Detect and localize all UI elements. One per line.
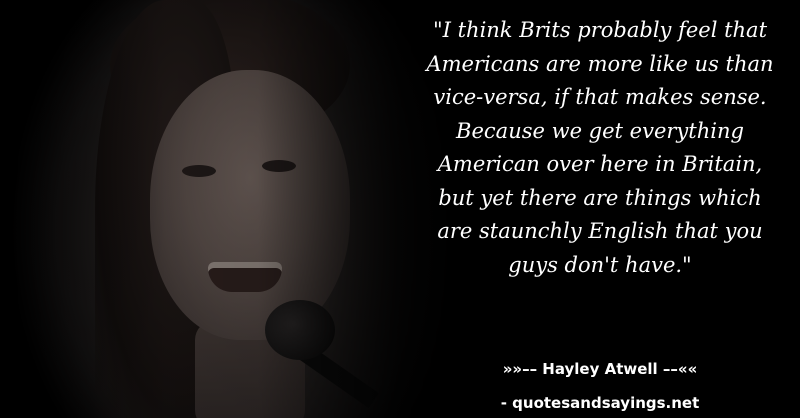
quote-line: Americans are more like us than: [426, 51, 774, 76]
quote-block: "I think Brits probably feel that Americ…: [400, 14, 800, 282]
quote-line: American over here in Britain,: [437, 152, 763, 176]
source-credit: - quotesandsayings.net: [500, 394, 700, 412]
quote-line: vice-versa, if that makes sense.: [433, 85, 767, 109]
quote-line: guys don't have.": [508, 252, 692, 277]
quote-card: "I think Brits probably feel that Americ…: [0, 0, 800, 418]
quote-line: "I think Brits probably feel that: [432, 18, 768, 42]
quote-author: »»–– Hayley Atwell ––««: [502, 360, 698, 378]
quote-line: Because we get everything: [456, 118, 744, 143]
quote-line: but yet there are things which: [438, 185, 762, 210]
quote-text: "I think Brits probably feel that Americ…: [400, 14, 800, 282]
quote-line: are staunchly English that you: [437, 219, 763, 243]
